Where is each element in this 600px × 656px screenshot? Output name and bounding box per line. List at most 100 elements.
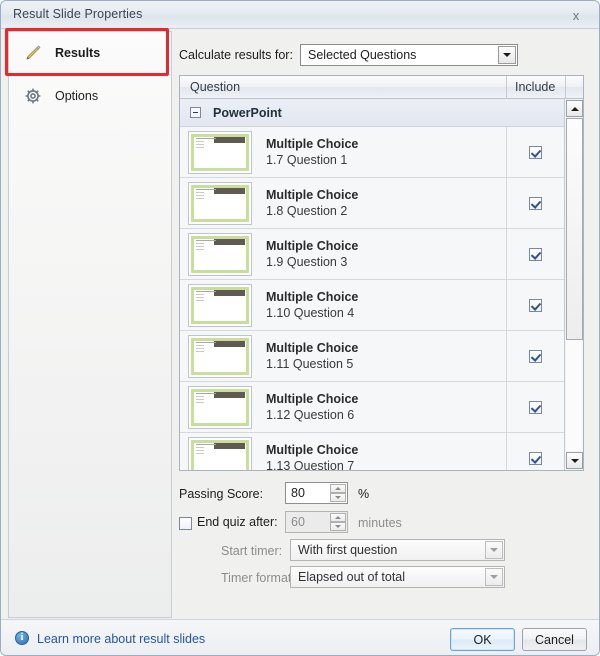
sidebar: Results Options <box>8 31 172 618</box>
sidebar-item-options[interactable]: Options <box>9 74 171 116</box>
table-row[interactable]: Multiple Choice 1.10 Question 4 <box>180 280 564 331</box>
info-icon: i <box>15 631 29 645</box>
questions-table: Question Include PowerPoint Multiple Cho… <box>179 75 584 471</box>
question-ref: 1.13 Question 7 <box>266 458 355 471</box>
timer-format-dropdown: Elapsed out of total <box>290 566 505 588</box>
question-type: Multiple Choice <box>266 187 359 202</box>
calculate-results-label: Calculate results for: <box>179 48 293 62</box>
group-label: PowerPoint <box>213 105 282 120</box>
pencil-icon <box>23 43 43 63</box>
result-slide-properties-dialog: Result Slide Properties x Results Option… <box>0 0 600 656</box>
question-type: Multiple Choice <box>266 238 359 253</box>
learn-more-link[interactable]: Learn more about result slides <box>37 632 205 646</box>
include-cell <box>506 382 564 432</box>
chevron-down-icon <box>485 568 503 586</box>
question-type: Multiple Choice <box>266 391 359 406</box>
page-title: Result Slide Properties <box>13 7 143 21</box>
stepper-up-icon[interactable] <box>330 484 346 493</box>
table-row[interactable]: Multiple Choice 1.12 Question 6 <box>180 382 564 433</box>
column-header-include: Include <box>515 80 556 94</box>
question-ref: 1.8 Question 2 <box>266 203 348 218</box>
end-quiz-checkbox[interactable] <box>179 517 192 530</box>
end-quiz-label: End quiz after: <box>197 515 278 529</box>
slide-thumbnail <box>188 385 252 429</box>
question-ref: 1.11 Question 5 <box>266 356 354 371</box>
gear-icon <box>23 86 43 106</box>
start-timer-label: Start timer: <box>221 544 283 558</box>
stepper-down-icon <box>330 522 346 531</box>
slide-thumbnail <box>188 334 252 378</box>
scroll-down-icon[interactable] <box>566 452 583 469</box>
percent-label: % <box>358 487 370 501</box>
title-bar: Result Slide Properties x <box>1 1 599 29</box>
chevron-down-icon[interactable] <box>498 46 516 64</box>
question-text: Multiple Choice 1.9 Question 3 <box>266 239 358 270</box>
start-timer-value: With first question <box>298 543 398 557</box>
table-row[interactable]: Multiple Choice 1.8 Question 2 <box>180 178 564 229</box>
table-row[interactable]: Multiple Choice 1.11 Question 5 <box>180 331 564 382</box>
include-cell <box>506 433 564 470</box>
question-text: Multiple Choice 1.8 Question 2 <box>266 188 358 219</box>
slide-thumbnail <box>188 130 252 174</box>
question-text: Multiple Choice 1.11 Question 5 <box>266 341 358 372</box>
question-text: Multiple Choice 1.13 Question 7 <box>266 443 358 471</box>
include-checkbox[interactable] <box>529 451 542 465</box>
question-ref: 1.7 Question 1 <box>266 152 348 167</box>
table-body[interactable]: PowerPoint Multiple Choice 1.7 Question … <box>180 99 564 470</box>
include-checkbox[interactable] <box>529 196 542 210</box>
question-ref: 1.10 Question 4 <box>266 305 355 320</box>
sidebar-item-results[interactable]: Results <box>9 32 171 74</box>
include-checkbox[interactable] <box>529 145 542 159</box>
timer-format-value: Elapsed out of total <box>298 570 406 584</box>
calculate-results-value: Selected Questions <box>308 48 417 62</box>
end-quiz-minutes-value: 60 <box>291 515 305 529</box>
close-icon[interactable]: x <box>559 5 593 25</box>
ok-button[interactable]: OK <box>450 628 515 651</box>
question-text: Multiple Choice 1.12 Question 6 <box>266 392 358 423</box>
column-header-question: Question <box>190 80 241 94</box>
calculate-results-dropdown[interactable]: Selected Questions <box>300 44 518 66</box>
slide-thumbnail <box>188 283 252 327</box>
question-type: Multiple Choice <box>266 442 359 457</box>
scrollbar-thumb[interactable] <box>566 118 583 340</box>
timer-format-label: Timer format: <box>221 571 295 585</box>
include-checkbox[interactable] <box>529 400 542 414</box>
start-timer-dropdown: With first question <box>290 539 505 561</box>
stepper-down-icon[interactable] <box>330 493 346 502</box>
slide-thumbnail <box>188 232 252 276</box>
cancel-button[interactable]: Cancel <box>522 628 587 651</box>
minutes-label: minutes <box>358 516 402 530</box>
include-checkbox[interactable] <box>529 247 542 261</box>
footer: i Learn more about result slides OK Canc… <box>1 620 599 655</box>
question-ref: 1.12 Question 6 <box>266 407 355 422</box>
include-cell <box>506 178 564 228</box>
scroll-up-icon[interactable] <box>566 100 583 117</box>
chevron-down-icon <box>485 541 503 559</box>
include-checkbox[interactable] <box>529 298 542 312</box>
group-row-powerpoint[interactable]: PowerPoint <box>180 99 564 127</box>
table-row[interactable]: Multiple Choice 1.7 Question 1 <box>180 127 564 178</box>
question-type: Multiple Choice <box>266 136 359 151</box>
include-cell <box>506 331 564 381</box>
table-row[interactable]: Multiple Choice 1.13 Question 7 <box>180 433 564 470</box>
passing-score-value: 80 <box>291 486 305 500</box>
question-text: Multiple Choice 1.7 Question 1 <box>266 137 358 168</box>
slide-thumbnail <box>188 181 252 225</box>
question-text: Multiple Choice 1.10 Question 4 <box>266 290 358 321</box>
collapse-icon[interactable] <box>190 107 201 118</box>
slide-thumbnail <box>188 436 252 470</box>
sidebar-item-label: Results <box>55 46 101 60</box>
question-type: Multiple Choice <box>266 289 359 304</box>
vertical-scrollbar[interactable] <box>564 99 583 470</box>
include-cell <box>506 280 564 330</box>
passing-score-label: Passing Score: <box>179 487 264 501</box>
include-checkbox[interactable] <box>529 349 542 363</box>
table-row[interactable]: Multiple Choice 1.9 Question 3 <box>180 229 564 280</box>
question-ref: 1.9 Question 3 <box>266 254 348 269</box>
stepper-up-icon <box>330 513 346 522</box>
question-type: Multiple Choice <box>266 340 359 355</box>
end-quiz-minutes-stepper: 60 <box>285 511 348 533</box>
passing-score-stepper[interactable]: 80 <box>285 482 348 504</box>
header-divider <box>506 76 507 99</box>
include-cell <box>506 127 564 177</box>
